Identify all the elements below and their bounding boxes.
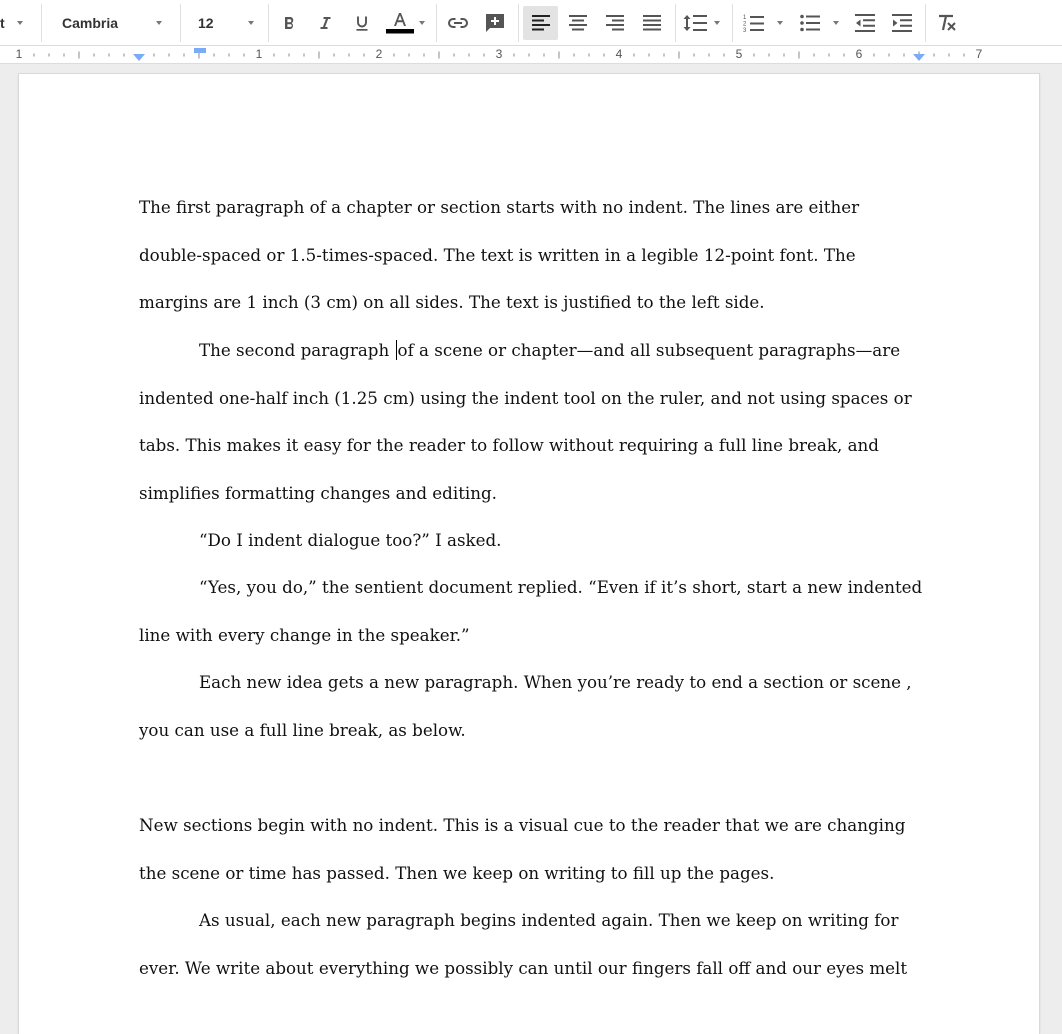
paragraph[interactable]: The second paragraph of a scene or chapt… xyxy=(139,327,929,517)
clear-formatting-icon xyxy=(939,14,956,31)
ruler-ticks xyxy=(33,51,965,59)
text-line: line with every change in the speaker.” xyxy=(139,624,470,645)
bulleted-list-dropdown[interactable] xyxy=(792,6,844,40)
align-right-button[interactable] xyxy=(598,6,632,40)
align-right-icon xyxy=(606,15,624,31)
justify-button[interactable] xyxy=(635,6,669,40)
svg-text:1: 1 xyxy=(743,15,747,21)
underline-button[interactable] xyxy=(345,6,379,40)
align-left-button[interactable] xyxy=(523,6,558,40)
toolbar-separator xyxy=(518,4,519,42)
paragraph[interactable]: “Do I indent dialogue too?” I asked. xyxy=(139,517,929,565)
numbered-list-icon: 1 2 3 xyxy=(743,15,764,33)
ruler-number: 1 xyxy=(15,47,23,61)
chevron-down-icon xyxy=(16,21,23,25)
first-line-indent-marker[interactable] xyxy=(194,48,206,53)
italic-icon xyxy=(320,17,331,29)
ruler-number: 5 xyxy=(735,47,743,61)
text-color-button[interactable] xyxy=(382,6,428,40)
chevron-down-icon xyxy=(419,21,425,25)
right-indent-marker[interactable] xyxy=(913,54,925,61)
text-line: Each new idea gets a new paragraph. When… xyxy=(199,672,912,692)
paragraph[interactable]: “Yes, you do,” the sentient document rep… xyxy=(139,564,929,659)
document-page[interactable]: The first paragraph of a chapter or sect… xyxy=(19,74,1039,1034)
chevron-down-icon xyxy=(248,21,254,25)
svg-text:2: 2 xyxy=(743,22,747,28)
font-family-label: Cambria xyxy=(62,15,119,31)
text-line: The first paragraph of a chapter or sect… xyxy=(139,197,860,217)
svg-text:3: 3 xyxy=(743,28,747,33)
text-line: the scene or time has passed. Then we ke… xyxy=(139,862,775,883)
align-center-icon xyxy=(569,15,587,31)
paragraph[interactable]: As usual, each new paragraph begins inde… xyxy=(139,897,929,992)
text-line: margins are 1 inch (3 cm) on all sides. … xyxy=(139,292,765,313)
line-spacing-icon xyxy=(683,15,707,31)
chevron-down-icon xyxy=(156,21,162,25)
align-justify-icon xyxy=(643,15,661,31)
increase-indent-button[interactable] xyxy=(885,6,919,40)
italic-button[interactable] xyxy=(308,6,342,40)
add-comment-icon xyxy=(486,14,504,32)
insert-link-button[interactable] xyxy=(441,6,475,40)
decrease-indent-icon xyxy=(855,14,875,32)
left-indent-marker[interactable] xyxy=(133,54,145,61)
text-line: indented one-half inch (1.25 cm) using t… xyxy=(139,387,912,408)
decrease-indent-button[interactable] xyxy=(848,6,882,40)
horizontal-ruler[interactable]: 1 1 2 3 4 5 6 7 xyxy=(0,46,1062,64)
text-line: you can use a full line break, as below. xyxy=(139,719,466,740)
link-icon xyxy=(448,18,468,28)
bold-icon xyxy=(285,16,294,29)
numbered-list-dropdown[interactable]: 1 2 3 xyxy=(737,6,787,40)
toolbar-separator xyxy=(732,4,733,42)
text-color-icon xyxy=(386,13,414,34)
bold-button[interactable] xyxy=(272,6,306,40)
paragraph[interactable]: The first paragraph of a chapter or sect… xyxy=(139,184,929,327)
chevron-down-icon xyxy=(777,21,783,25)
text-line: “Yes, you do,” the sentient document rep… xyxy=(199,577,923,597)
increase-indent-icon xyxy=(892,14,912,32)
font-family-dropdown[interactable]: Cambria xyxy=(48,6,174,40)
text-line: double-spaced or 1.5-times-spaced. The t… xyxy=(139,244,856,265)
chevron-down-icon xyxy=(714,21,720,25)
text-line: “Do I indent dialogue too?” I asked. xyxy=(199,530,502,550)
align-center-button[interactable] xyxy=(561,6,595,40)
text-line: New sections begin with no indent. This … xyxy=(139,815,906,835)
ruler-number: 4 xyxy=(615,47,623,61)
text-line: As usual, each new paragraph begins inde… xyxy=(199,910,899,930)
chevron-down-icon xyxy=(833,21,839,25)
font-size-label: 12 xyxy=(198,15,214,31)
bulleted-list-icon xyxy=(800,14,820,32)
line-spacing-dropdown[interactable] xyxy=(680,6,726,40)
insert-comment-button[interactable] xyxy=(478,6,512,40)
ruler-number: 6 xyxy=(855,47,863,61)
ruler-number: 1 xyxy=(255,47,263,61)
toolbar-separator xyxy=(180,4,181,42)
align-left-icon xyxy=(531,15,550,31)
ruler-number: 7 xyxy=(975,47,983,61)
toolbar-separator xyxy=(268,4,269,42)
ruler-number: 2 xyxy=(375,47,383,61)
text-line: simplifies formatting changes and editin… xyxy=(139,482,497,503)
paragraph[interactable]: New sections begin with no indent. This … xyxy=(139,802,929,897)
toolbar-separator xyxy=(41,4,42,42)
text-line: ever. We write about everything we possi… xyxy=(139,957,908,978)
underline-icon xyxy=(356,16,368,31)
paragraph-style-label: t xyxy=(0,15,5,31)
paragraph[interactable]: Each new idea gets a new paragraph. When… xyxy=(139,659,929,754)
font-size-dropdown[interactable]: 12 xyxy=(186,6,262,40)
clear-formatting-button[interactable] xyxy=(930,6,964,40)
paragraph-style-dropdown[interactable]: t xyxy=(0,6,34,40)
text-cursor xyxy=(395,340,397,360)
ruler-number: 3 xyxy=(495,47,503,61)
text-before-cursor: The second paragraph xyxy=(199,340,395,360)
formatting-toolbar: t Cambria 12 1 2 3 xyxy=(0,0,1062,46)
toolbar-separator xyxy=(436,4,437,42)
text-line: tabs. This makes it easy for the reader … xyxy=(139,435,879,456)
toolbar-separator xyxy=(925,4,926,42)
toolbar-separator xyxy=(675,4,676,42)
text-after-cursor: of a scene or chapter—and all subsequent… xyxy=(397,340,901,360)
text-line: The second paragraph of a scene or chapt… xyxy=(139,327,929,375)
